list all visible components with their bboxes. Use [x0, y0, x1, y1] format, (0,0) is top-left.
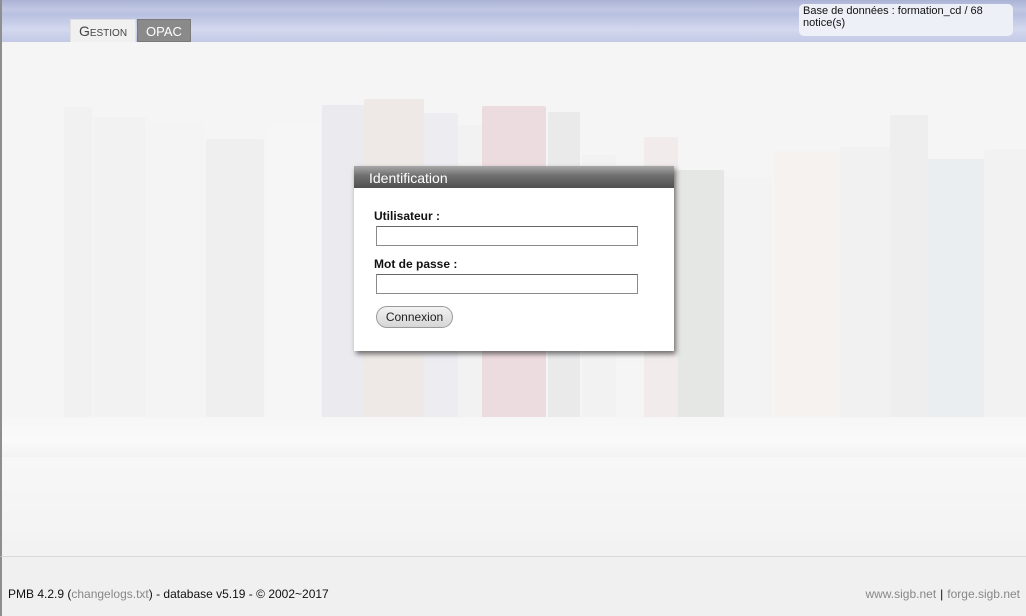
password-input[interactable] [376, 274, 638, 294]
footer: PMB 4.2.9 (changelogs.txt) - database v5… [0, 556, 1026, 616]
password-label: Mot de passe : [374, 257, 458, 271]
username-label: Utilisateur : [374, 209, 441, 223]
username-input[interactable] [376, 226, 638, 246]
version-info: PMB 4.2.9 (changelogs.txt) - database v5… [8, 587, 329, 601]
dialog-title: Identification [354, 166, 674, 188]
footer-links: www.sigb.net | forge.sigb.net [865, 587, 1020, 601]
footer-separator: | [940, 587, 944, 601]
sigb-link[interactable]: www.sigb.net [865, 587, 936, 601]
database-info: Base de données : formation_cd / 68 noti… [799, 4, 1013, 36]
changelog-link[interactable]: changelogs.txt [71, 587, 148, 601]
app-header: Gestion OPAC Base de données : formation… [0, 0, 1026, 42]
version-suffix: ) - database v5.19 - © 2002~2017 [148, 587, 329, 601]
version-prefix: PMB 4.2.9 ( [8, 587, 72, 601]
tab-gestion[interactable]: Gestion [70, 19, 136, 42]
connect-button[interactable]: Connexion [376, 306, 453, 328]
login-dialog: Identification Utilisateur : Mot de pass… [354, 166, 674, 351]
forge-link[interactable]: forge.sigb.net [947, 587, 1020, 601]
tab-opac[interactable]: OPAC [137, 19, 191, 42]
